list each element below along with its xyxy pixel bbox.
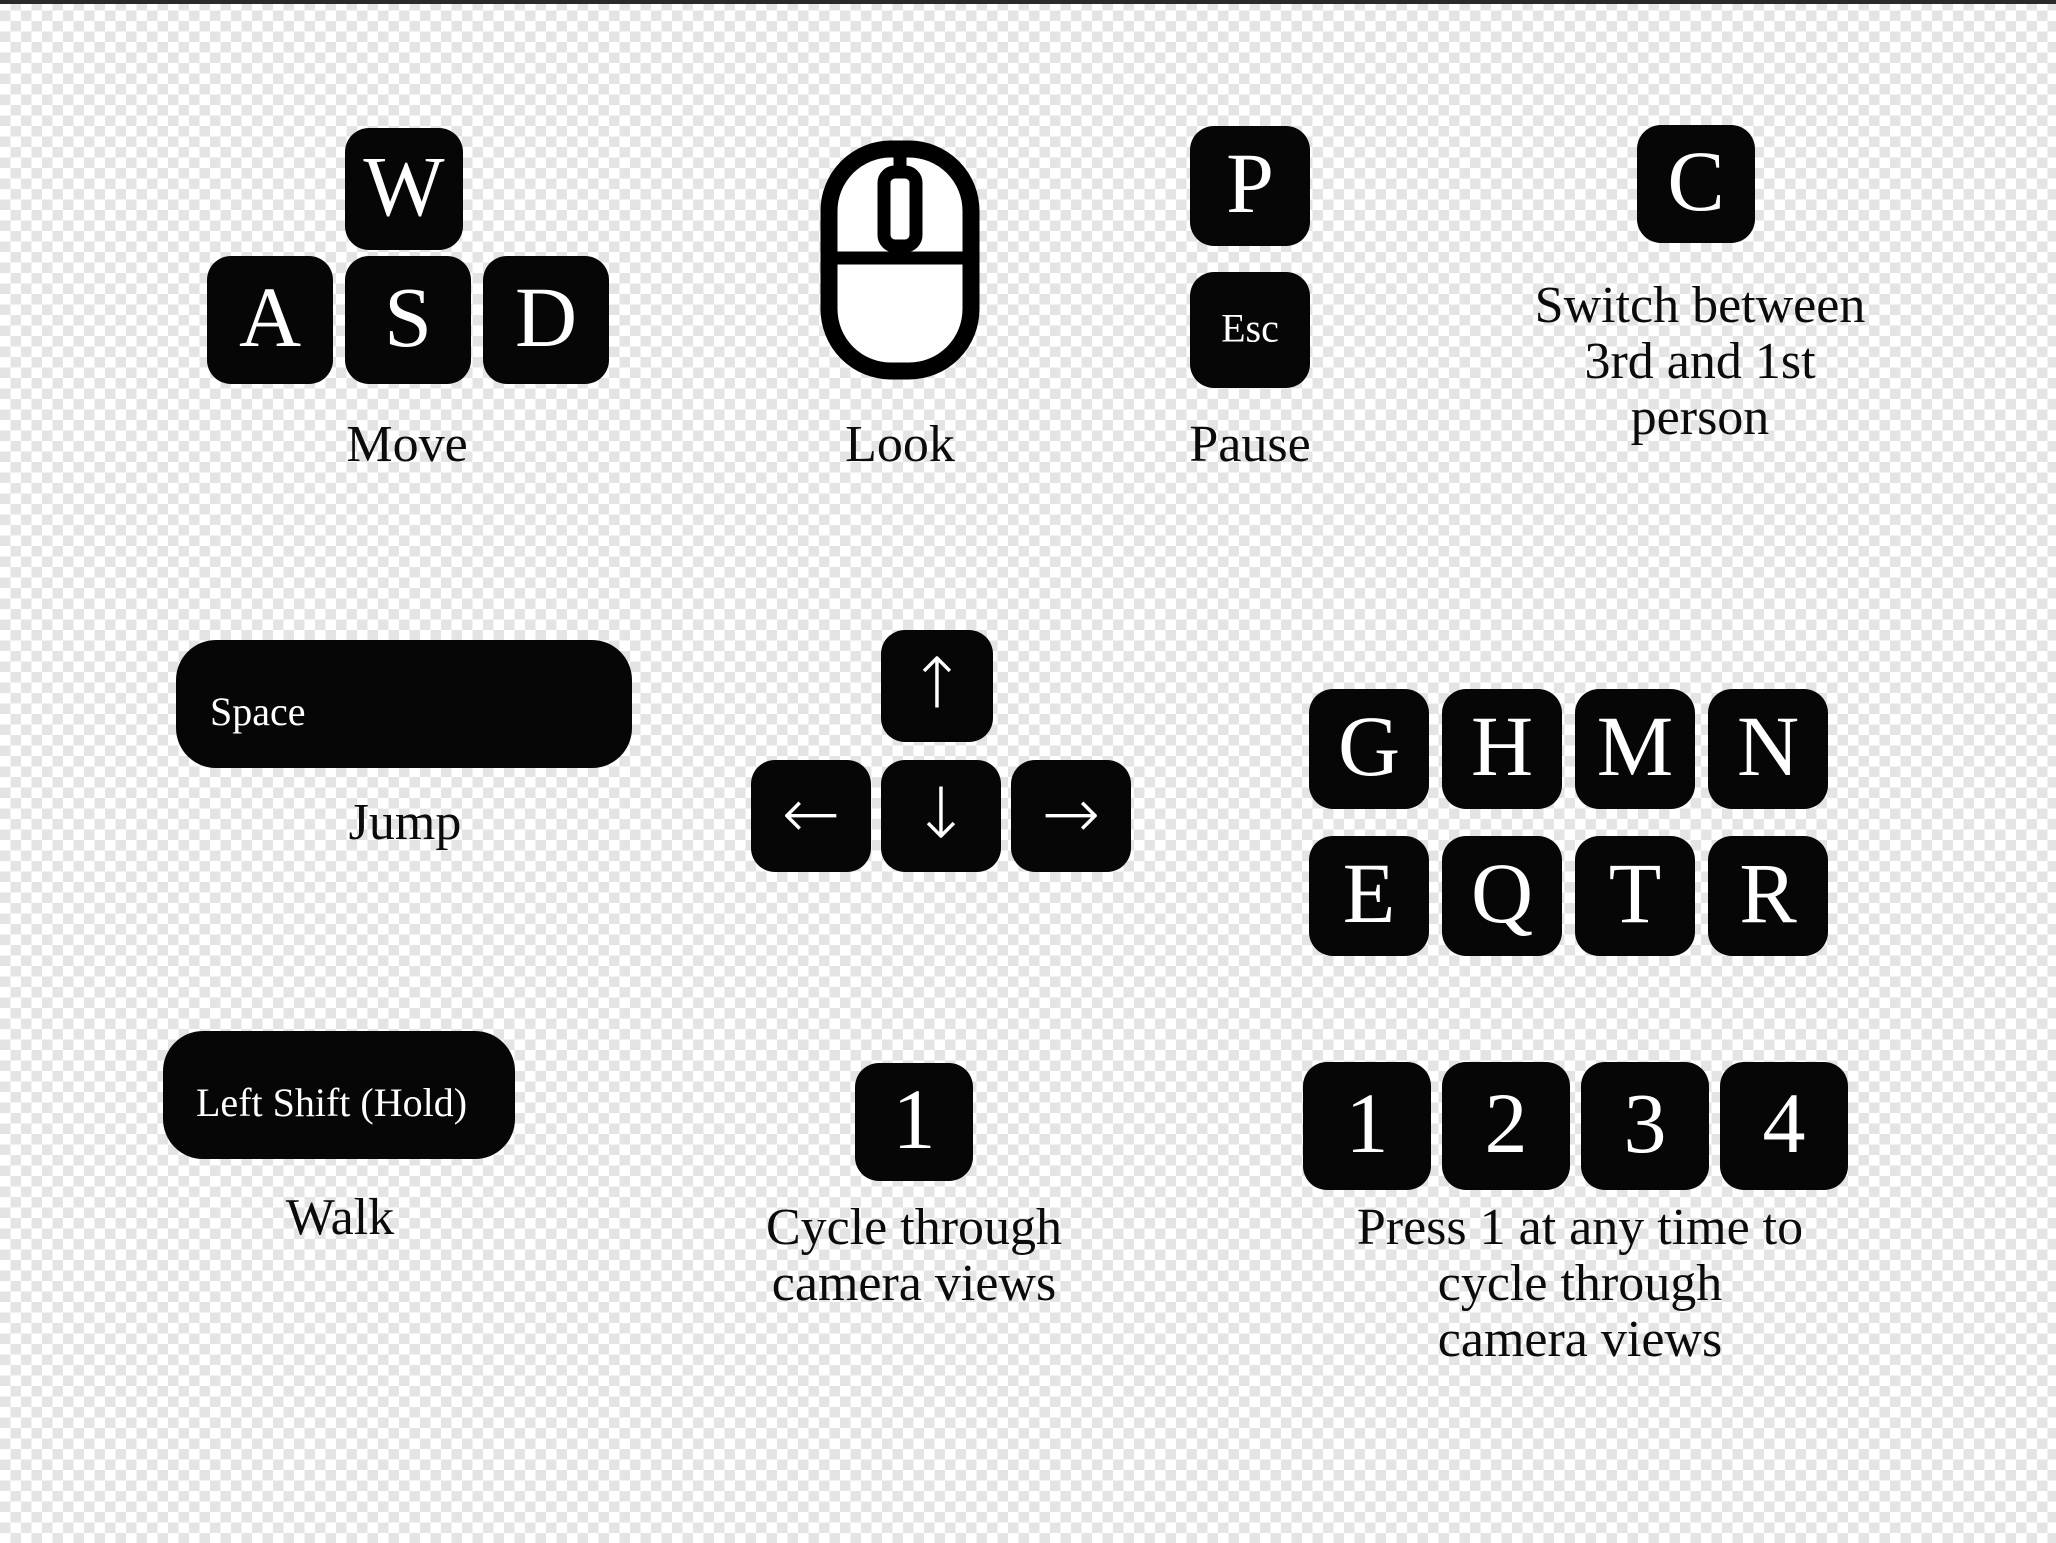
caption-look: Look [845,416,955,473]
key-h[interactable]: H [1442,689,1562,809]
key-p-label: P [1226,134,1274,231]
caption-cycle-camera-line1: Cycle through [765,1199,1063,1256]
key-d[interactable]: D [483,256,609,384]
caption-switch-person-line1: Switch between [1534,277,1866,334]
key-n-label: N [1736,697,1800,794]
key-1-cycle-label: 1 [892,1070,936,1167]
key-w-label: W [363,137,445,234]
key-num-2-label: 2 [1484,1074,1528,1171]
key-t[interactable]: T [1575,836,1695,956]
key-p[interactable]: P [1190,126,1310,246]
key-arrow-up[interactable]: ↑ [881,630,993,742]
key-a[interactable]: A [207,256,333,384]
key-space[interactable]: Space [176,640,632,768]
key-num-1-label: 1 [1345,1074,1389,1171]
caption-number-bank-line1: Press 1 at any time to [1356,1199,1804,1256]
key-num-2[interactable]: 2 [1442,1062,1570,1190]
caption-number-bank: Press 1 at any time to cycle through cam… [1290,1199,1870,1369]
key-arrow-right[interactable]: → [1011,760,1131,872]
key-space-label: Space [210,689,306,734]
caption-cycle-camera: Cycle through camera views [714,1199,1114,1313]
key-num-3-label: 3 [1623,1074,1667,1171]
key-t-label: T [1608,844,1662,941]
caption-move: Move [346,416,468,473]
arrow-down-icon: ↓ [911,772,971,855]
key-q-label: Q [1470,844,1534,941]
key-r[interactable]: R [1708,836,1828,956]
key-q[interactable]: Q [1442,836,1562,956]
key-1-cycle[interactable]: 1 [855,1063,973,1181]
key-m[interactable]: M [1575,689,1695,809]
key-s-label: S [384,268,432,365]
caption-cycle-camera-line2: camera views [771,1255,1057,1313]
key-c[interactable]: C [1637,125,1755,243]
arrow-right-icon: → [1041,772,1101,855]
key-c-label: C [1667,132,1725,229]
caption-pause: Pause [1189,416,1311,473]
key-s[interactable]: S [345,256,471,384]
key-r-label: R [1739,844,1797,941]
mouse-icon[interactable] [820,140,980,380]
key-w[interactable]: W [345,128,463,250]
key-arrow-down[interactable]: ↓ [881,760,1001,872]
key-d-label: D [514,268,578,365]
arrow-up-icon: ↑ [907,642,967,725]
key-g-label: G [1337,697,1401,794]
key-h-label: H [1470,697,1534,794]
arrow-left-icon: ← [781,772,841,855]
key-g[interactable]: G [1309,689,1429,809]
key-esc-label: Esc [1221,305,1279,351]
key-esc[interactable]: Esc [1190,272,1310,388]
key-a-label: A [238,268,302,365]
key-arrow-left[interactable]: ← [751,760,871,872]
caption-walk: Walk [285,1189,395,1246]
caption-jump: Jump [348,794,462,851]
caption-switch-person-line2: 3rd and 1st [1584,333,1816,391]
key-num-3[interactable]: 3 [1581,1062,1709,1190]
key-num-4[interactable]: 4 [1720,1062,1848,1190]
key-num-1[interactable]: 1 [1303,1062,1431,1190]
key-left-shift-label: Left Shift (Hold) [196,1080,468,1125]
key-e-label: E [1342,844,1396,941]
key-num-4-label: 4 [1762,1074,1806,1171]
key-n[interactable]: N [1708,689,1828,809]
caption-switch-person: Switch between 3rd and 1st person [1480,277,1920,447]
key-e[interactable]: E [1309,836,1429,956]
caption-number-bank-line2: cycle through [1437,1255,1723,1313]
key-m-label: M [1596,697,1674,794]
controls-legend-canvas: W A S D Move Look P Esc Pause C Switch b [0,0,2056,1543]
key-left-shift[interactable]: Left Shift (Hold) [163,1031,515,1159]
caption-switch-person-line3: person [1630,389,1770,447]
caption-number-bank-line3: camera views [1437,1311,1723,1369]
